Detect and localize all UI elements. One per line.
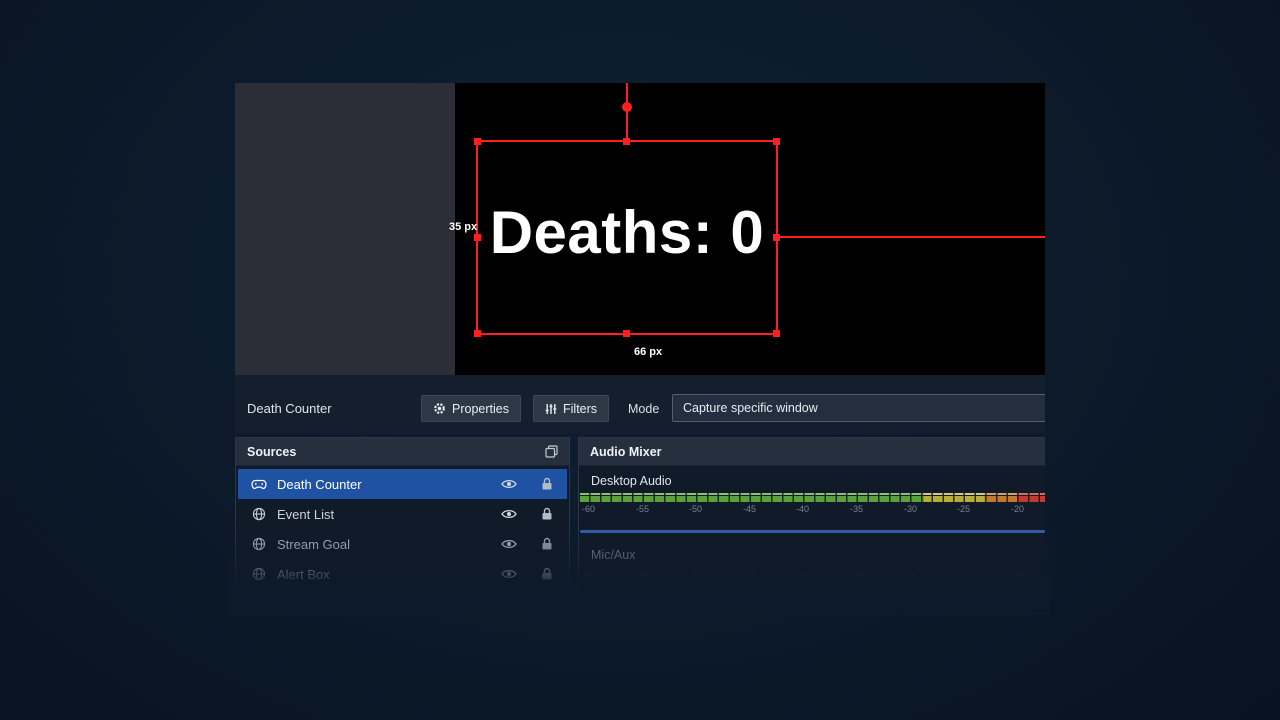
scale-label: -35 xyxy=(850,504,863,514)
audio-mixer-header: Audio Mixer xyxy=(579,438,1045,466)
visibility-eye-icon[interactable] xyxy=(501,538,517,550)
mode-label: Mode xyxy=(628,402,659,416)
death-counter-text: Deaths: 0 xyxy=(478,142,776,333)
globe-icon xyxy=(250,507,267,521)
source-row-stream-goal[interactable]: Stream Goal xyxy=(238,529,567,559)
distance-label-left: 35 px xyxy=(449,221,477,233)
resize-handle-nw[interactable] xyxy=(474,138,481,145)
properties-button[interactable]: Properties xyxy=(421,395,521,422)
filter-icon xyxy=(545,403,557,415)
rotation-handle[interactable] xyxy=(622,102,632,112)
audio-mixer-title: Audio Mixer xyxy=(590,445,662,459)
properties-button-label: Properties xyxy=(452,402,509,416)
scale-label: -25 xyxy=(957,570,970,580)
lock-icon[interactable] xyxy=(541,537,553,551)
meter-scale: -60 -55 -50 -45 -40 -35 -30 -25 -20 xyxy=(580,504,1045,515)
source-label: Stream Goal xyxy=(277,537,491,552)
source-label: Death Counter xyxy=(277,477,491,492)
obs-window: Deaths: 0 35 px 66 px Death Counter xyxy=(235,83,1045,605)
distance-label-bottom: 66 px xyxy=(634,346,662,358)
volume-slider[interactable] xyxy=(580,530,1045,533)
gear-icon xyxy=(433,402,446,415)
lock-icon[interactable] xyxy=(541,507,553,521)
scale-label: -35 xyxy=(850,570,863,580)
lock-icon[interactable] xyxy=(541,477,553,491)
lock-icon[interactable] xyxy=(541,567,553,581)
desktop-background: Deaths: 0 35 px 66 px Death Counter xyxy=(0,0,1280,720)
scale-label: -25 xyxy=(957,504,970,514)
preview-area: Deaths: 0 35 px 66 px xyxy=(235,83,1045,375)
scene-preview-canvas[interactable]: Deaths: 0 35 px 66 px xyxy=(455,83,1045,375)
scale-label: -50 xyxy=(689,570,702,580)
resize-handle-se[interactable] xyxy=(773,330,780,337)
source-row-death-counter[interactable]: Death Counter xyxy=(238,469,567,499)
globe-icon xyxy=(250,537,267,551)
resize-handle-ne[interactable] xyxy=(773,138,780,145)
source-label: Alert Box xyxy=(277,567,491,582)
duplicate-icon[interactable] xyxy=(545,445,558,458)
desktop-audio-label: Desktop Audio xyxy=(591,474,672,488)
scale-label: -20 xyxy=(1011,504,1024,514)
scale-label: -60 xyxy=(582,504,595,514)
sources-panel-header: Sources xyxy=(236,438,569,466)
scale-label: -30 xyxy=(904,570,917,580)
meter-scale-mic: -60 -55 -50 -45 -40 -35 -30 -25 -20 xyxy=(580,570,1045,581)
scale-label: -50 xyxy=(689,504,702,514)
capture-mode-value: Capture specific window xyxy=(683,401,818,415)
filters-button[interactable]: Filters xyxy=(533,395,609,422)
scale-label: -60 xyxy=(582,570,595,580)
resize-handle-n[interactable] xyxy=(623,138,630,145)
resize-handle-e[interactable] xyxy=(773,234,780,241)
gamepad-icon xyxy=(250,479,267,490)
resize-handle-s[interactable] xyxy=(623,330,630,337)
sources-list: Death Counter Event List xyxy=(236,466,569,592)
audio-mixer-panel: Audio Mixer Desktop Audio -60 -55 -50 -4… xyxy=(578,437,1045,605)
mic-aux-label: Mic/Aux xyxy=(591,548,635,562)
visibility-eye-icon[interactable] xyxy=(501,568,517,580)
volume-meter xyxy=(580,496,1045,502)
sources-panel-title: Sources xyxy=(247,445,296,459)
source-row-alert-box[interactable]: Alert Box xyxy=(238,559,567,589)
resize-handle-sw[interactable] xyxy=(474,330,481,337)
filters-button-label: Filters xyxy=(563,402,597,416)
resize-handle-w[interactable] xyxy=(474,234,481,241)
source-label: Event List xyxy=(277,507,491,522)
scale-label: -30 xyxy=(904,504,917,514)
scale-label: -55 xyxy=(636,504,649,514)
visibility-eye-icon[interactable] xyxy=(501,508,517,520)
source-row-event-list[interactable]: Event List xyxy=(238,499,567,529)
scale-label: -45 xyxy=(743,570,756,580)
scale-label: -45 xyxy=(743,504,756,514)
scale-label: -40 xyxy=(796,504,809,514)
globe-icon xyxy=(250,567,267,581)
preview-margin xyxy=(235,83,455,375)
scale-label: -55 xyxy=(636,570,649,580)
visibility-eye-icon[interactable] xyxy=(501,478,517,490)
scale-label: -40 xyxy=(796,570,809,580)
capture-mode-select[interactable]: Capture specific window xyxy=(672,394,1045,422)
volume-meter-peak xyxy=(580,493,1045,495)
smart-guide-horizontal xyxy=(778,236,1045,238)
source-toolbar: Death Counter Properties Filters Mode xyxy=(235,375,1045,433)
sources-panel: Sources xyxy=(235,437,570,603)
scale-label: -20 xyxy=(1011,570,1024,580)
selection-box[interactable]: Deaths: 0 xyxy=(476,140,778,335)
selected-source-label: Death Counter xyxy=(247,401,332,416)
